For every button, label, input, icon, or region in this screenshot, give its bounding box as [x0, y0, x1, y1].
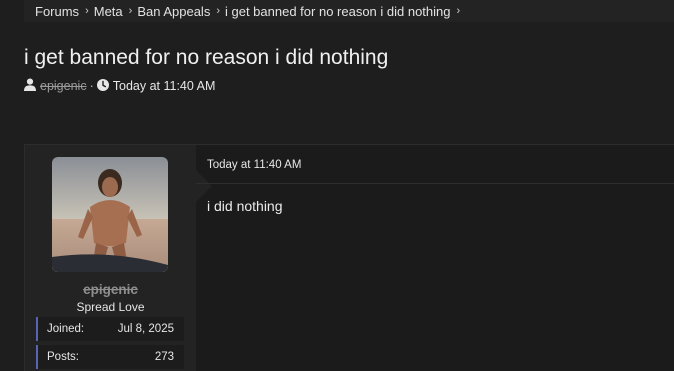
- clock-icon: [96, 78, 109, 94]
- user-title: Spread Love: [76, 300, 145, 314]
- stat-posts: Posts: 273: [36, 345, 184, 369]
- avatar[interactable]: [52, 157, 168, 272]
- thread-timestamp-link[interactable]: Today at 11:40 AM: [113, 79, 216, 93]
- post-user-panel: epigenic Spread Love Joined: Jul 8, 2025…: [25, 145, 196, 371]
- post-divider: [196, 183, 674, 184]
- breadcrumb-label[interactable]: Ban Appeals: [137, 4, 210, 19]
- page-title: i get banned for no reason i did nothing: [24, 46, 389, 69]
- breadcrumb-item-forums[interactable]: Forums ›: [35, 4, 94, 19]
- post-username[interactable]: epigenic: [25, 282, 196, 297]
- breadcrumb: Forums › Meta › Ban Appeals › i get bann…: [24, 0, 674, 22]
- user-icon: [24, 78, 36, 94]
- stat-label: Posts:: [47, 351, 79, 363]
- stat-joined: Joined: Jul 8, 2025: [36, 317, 184, 341]
- breadcrumb-item-meta[interactable]: Meta ›: [94, 4, 138, 19]
- breadcrumb-label[interactable]: i get banned for no reason i did nothing: [225, 4, 451, 19]
- breadcrumb-label[interactable]: Meta: [94, 4, 123, 19]
- chevron-right-icon: ›: [128, 5, 133, 17]
- chevron-right-icon: ›: [216, 5, 220, 17]
- thread-meta: epigenic · Today at 11:40 AM: [24, 78, 215, 94]
- stat-label: Joined:: [47, 323, 85, 335]
- post-body: i did nothing: [207, 198, 283, 214]
- meta-separator: ·: [89, 79, 94, 93]
- post-date-link[interactable]: Today at 11:40 AM: [207, 159, 301, 171]
- thread-author-link[interactable]: epigenic: [40, 79, 87, 93]
- chevron-right-icon: ›: [85, 5, 89, 17]
- breadcrumb-item-ban-appeals[interactable]: Ban Appeals ›: [137, 4, 225, 19]
- stat-value[interactable]: 273: [155, 351, 174, 363]
- breadcrumb-label[interactable]: Forums: [35, 4, 79, 19]
- breadcrumb-item-thread[interactable]: i get banned for no reason i did nothing…: [225, 4, 465, 19]
- post: epigenic Spread Love Joined: Jul 8, 2025…: [24, 144, 674, 371]
- chevron-right-icon: ›: [456, 5, 461, 17]
- stat-value: Jul 8, 2025: [117, 323, 174, 335]
